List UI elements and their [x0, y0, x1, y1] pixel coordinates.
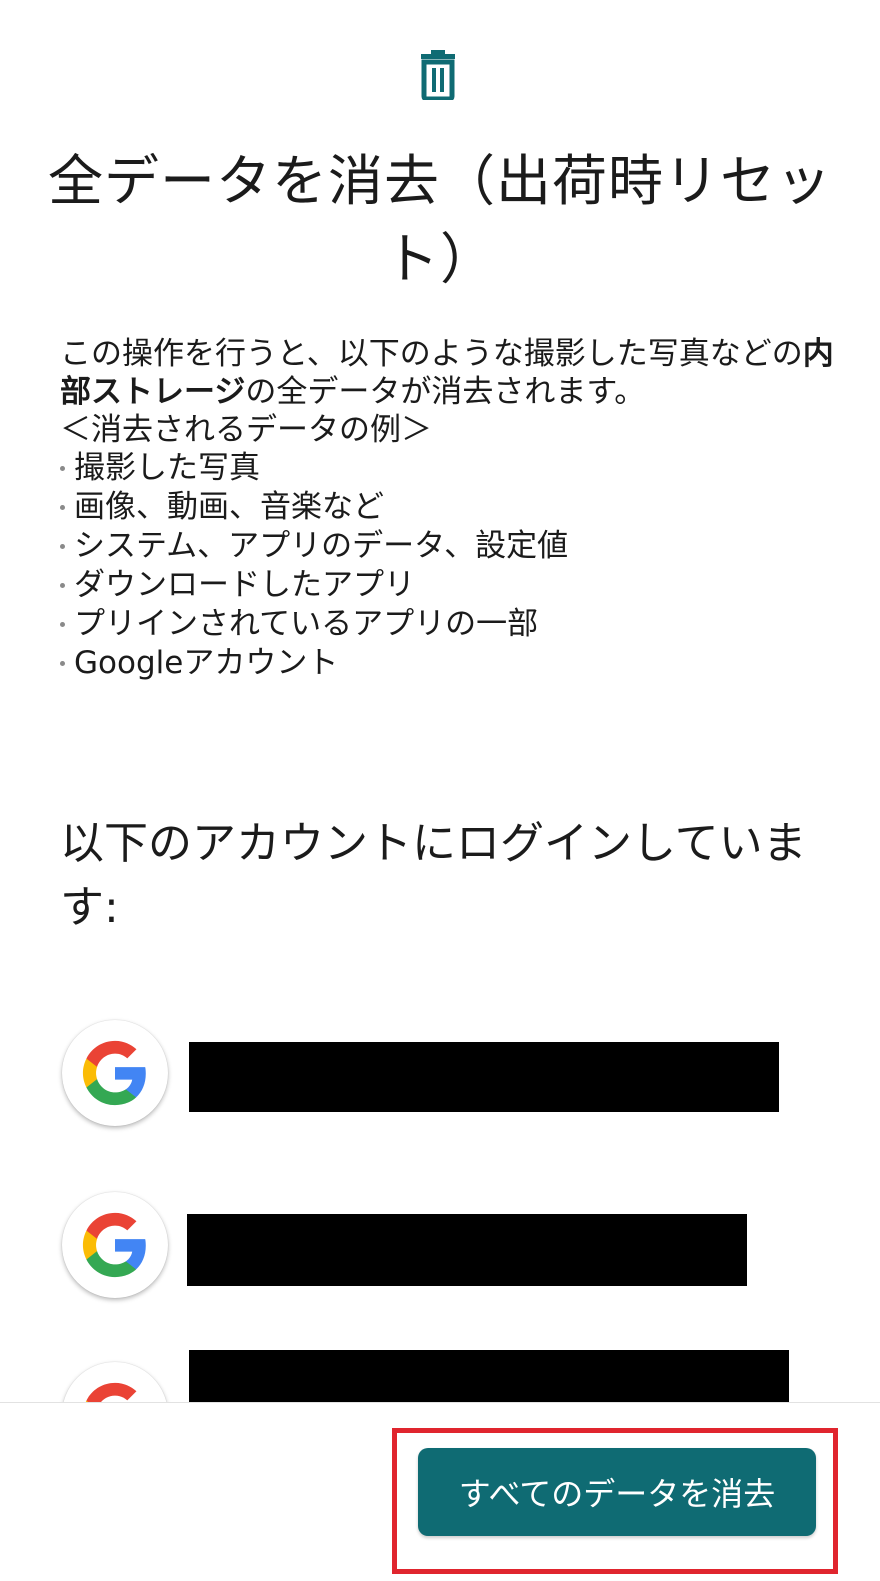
factory-reset-screen: 全データを消去（出荷時リセット） この操作を行うと、以下のような撮影した写真など…	[0, 0, 880, 1581]
account-row	[62, 1192, 822, 1302]
reset-description: この操作を行うと、以下のような撮影した写真などの内部ストレージの全データが消去さ…	[60, 335, 835, 683]
google-icon	[82, 1212, 146, 1278]
accounts-heading: 以下のアカウントにログインしています:	[60, 818, 807, 933]
examples-heading: ＜消去されるデータの例＞	[60, 412, 432, 448]
account-row	[62, 1020, 822, 1130]
bullet-icon	[60, 661, 65, 666]
avatar	[62, 1020, 168, 1126]
redacted-account-email	[189, 1350, 789, 1406]
highlight-frame	[392, 1428, 838, 1574]
trash-icon	[421, 50, 455, 100]
redacted-account-email	[187, 1214, 747, 1286]
list-item: プリインされているアプリの一部	[60, 605, 835, 644]
list-item: 画像、動画、音楽など	[60, 488, 835, 527]
google-icon	[82, 1040, 146, 1106]
bullet-icon	[60, 583, 65, 588]
redacted-account-email	[189, 1042, 779, 1112]
bullet-icon	[60, 505, 65, 510]
list-item: ダウンロードしたアプリ	[60, 566, 835, 605]
page-title: 全データを消去（出荷時リセット）	[47, 149, 832, 291]
bullet-icon	[60, 544, 65, 549]
bullet-icon	[60, 466, 65, 471]
list-item: Googleアカウント	[60, 644, 835, 683]
erased-data-list: 撮影した写真 画像、動画、音楽など システム、アプリのデータ、設定値 ダウンロー…	[60, 449, 835, 683]
list-item: 撮影した写真	[60, 449, 835, 488]
bullet-icon	[60, 622, 65, 627]
list-item: システム、アプリのデータ、設定値	[60, 527, 835, 566]
avatar	[62, 1192, 168, 1298]
intro-text: この操作を行うと、以下のような撮影した写真などの内部ストレージの全データが消去さ…	[60, 336, 834, 410]
